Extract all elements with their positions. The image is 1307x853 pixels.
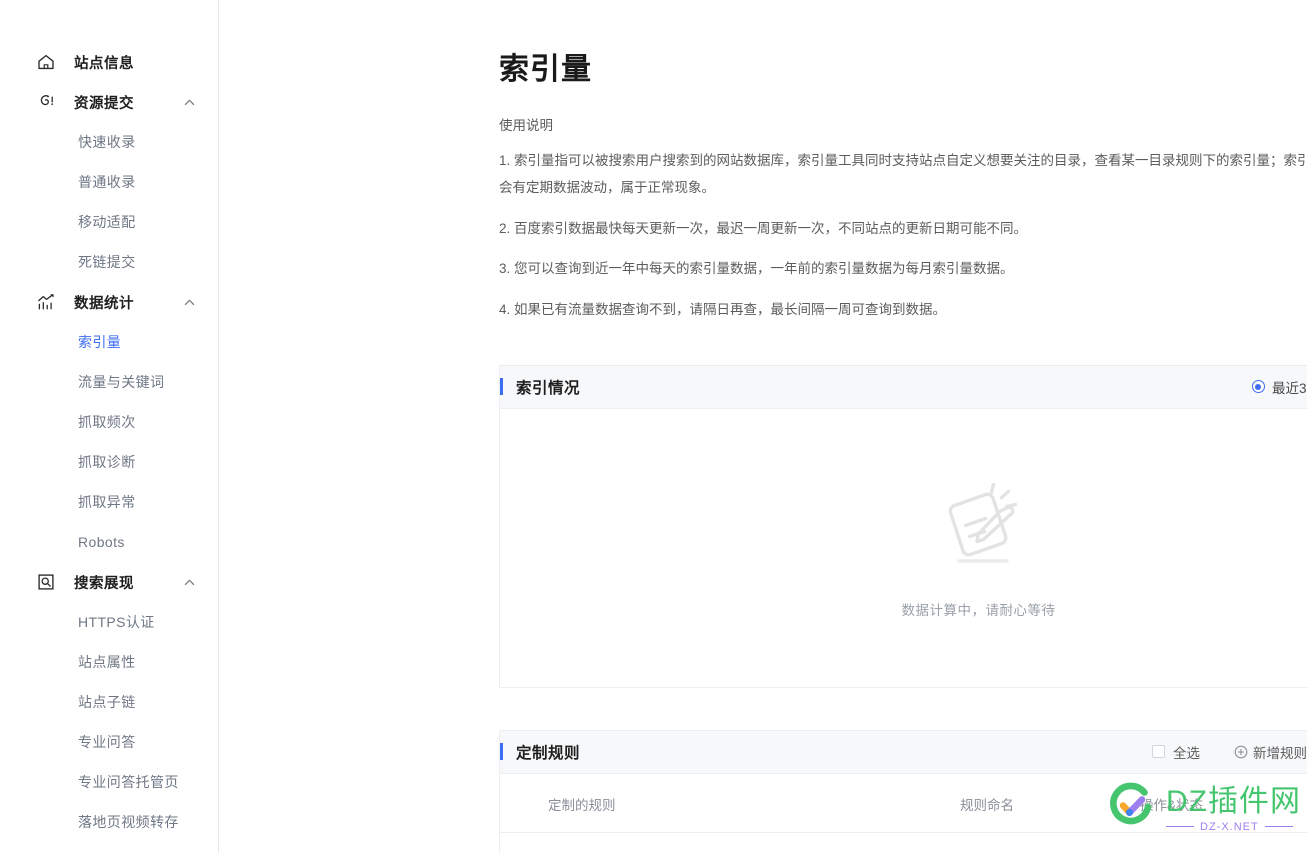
index-panel-title: 索引情况 (516, 379, 581, 397)
accent-bar (500, 378, 503, 395)
sidebar-item-putong-shoulu[interactable]: 普通收录 (0, 162, 218, 202)
sidebar-item-zhandian-shuxing[interactable]: 站点属性 (0, 642, 218, 682)
sidebar-item-label: 资源提交 (74, 95, 134, 112)
sidebar-item-label: 数据统计 (74, 295, 134, 312)
usage-item-3: 3. 您可以查询到近一年中每天的索引量数据，一年前的索引量数据为每月索引量数据。 (499, 261, 1014, 276)
custom-rules-panel: 定制规则 全选 新增规则 定制的规则 规则命名 操作&状态 (499, 729, 1307, 853)
rules-panel-title: 定制规则 (516, 744, 581, 762)
page-title: 索引量 (499, 53, 592, 86)
sidebar: 站点信息 资源提交 快速收录 普通收录 移动适配 死链提交 数据统计 索引量 流… (0, 0, 219, 853)
table-header-row: 定制的规则 规则命名 操作&状态 (500, 773, 1307, 833)
chart-icon (36, 292, 56, 312)
sidebar-item-zhuanye-wenda-tuoguanye[interactable]: 专业问答托管页 (0, 762, 218, 802)
sidebar-group-data-stats: 数据统计 索引量 流量与关键词 抓取频次 抓取诊断 抓取异常 Robots (0, 282, 218, 562)
accent-bar (500, 743, 503, 760)
rules-panel-header: 定制规则 全选 新增规则 (499, 729, 1307, 774)
sidebar-item-robots[interactable]: Robots (0, 522, 218, 562)
usage-item-1: 1. 索引量指可以被搜索用户搜索到的网站数据库，索引量工具同时支持站点自定义想要… (499, 153, 1307, 195)
chevron-up-icon[interactable] (182, 575, 196, 589)
sidebar-item-zhuaqu-pinci[interactable]: 抓取频次 (0, 402, 218, 442)
sidebar-item-yidong-shipei[interactable]: 移动适配 (0, 202, 218, 242)
chevron-up-icon[interactable] (182, 95, 196, 109)
index-panel-tools: 最近30天 自定义日期 (1226, 377, 1307, 397)
usage-item-2: 2. 百度索引数据最快每天更新一次，最迟一周更新一次，不同站点的更新日期可能不同… (499, 220, 1028, 236)
empty-state: 数据计算中，请耐心等待 (500, 409, 1307, 687)
sidebar-item-zhuaqu-yichang[interactable]: 抓取异常 (0, 482, 218, 522)
sidebar-group-resource-submit: 资源提交 快速收录 普通收录 移动适配 死链提交 (0, 82, 218, 282)
add-rule-button[interactable]: 新增规则 (1234, 742, 1307, 762)
index-status-panel: 索引情况 最近30天 自定义日期 (499, 364, 1307, 688)
sidebar-item-kuaisu-shoulu[interactable]: 快速收录 (0, 122, 218, 162)
rules-table-head: 定制的规则 规则命名 操作&状态 (500, 773, 1307, 833)
sidebar-item-label: 搜索展现 (74, 575, 134, 592)
sidebar-item-zhandian-zilian[interactable]: 站点子链 (0, 682, 218, 722)
add-rule-label: 新增规则 (1253, 745, 1307, 761)
radio-label: 最近30天 (1271, 380, 1307, 396)
rules-table-body: -- 数据计算中，请耐心等待 (500, 832, 1307, 853)
sidebar-item-https-renzheng[interactable]: HTTPS认证 (0, 602, 218, 642)
sidebar-item-resource-submit[interactable]: 资源提交 (0, 82, 218, 122)
index-panel-header: 索引情况 最近30天 自定义日期 (499, 364, 1307, 409)
cell-rule (500, 832, 960, 853)
sidebar-item-shipin-jisu-fuwu[interactable]: 视频极速服务 (0, 842, 218, 853)
usage-item-4: 4. 如果已有流量数据查询不到，请隔日再查，最长间隔一周可查询到数据。 (499, 301, 947, 317)
sidebar-item-suoyinliang[interactable]: 索引量 (0, 322, 218, 362)
sidebar-item-label: 站点信息 (74, 55, 134, 72)
app-root: 站点信息 资源提交 快速收录 普通收录 移动适配 死链提交 数据统计 索引量 流… (0, 0, 1307, 853)
chevron-up-icon[interactable] (182, 295, 196, 309)
rules-table: 定制的规则 规则命名 操作&状态 -- (500, 773, 1307, 853)
index-panel-body: 数据计算中，请耐心等待 (499, 408, 1307, 688)
column-header-rule: 定制的规则 (500, 773, 960, 833)
sidebar-item-data-stats[interactable]: 数据统计 (0, 282, 218, 322)
table-row[interactable]: -- 数据计算中，请耐心等待 (500, 832, 1307, 853)
sidebar-group-search-display: 搜索展现 HTTPS认证 站点属性 站点子链 专业问答 专业问答托管页 落地页视… (0, 562, 218, 853)
select-all-label: 全选 (1173, 745, 1200, 761)
sidebar-item-liuliang-guanjianci[interactable]: 流量与关键词 (0, 362, 218, 402)
cell-rule-name: -- (960, 832, 1140, 853)
sidebar-item-search-display[interactable]: 搜索展现 (0, 562, 218, 602)
radio-last-30-days[interactable]: 最近30天 (1251, 377, 1307, 397)
checkbox-box-icon (1152, 745, 1165, 758)
sidebar-item-zhuaqu-zhenduan[interactable]: 抓取诊断 (0, 442, 218, 482)
sidebar-group-site-info: 站点信息 (0, 42, 218, 82)
rules-panel-body: 定制的规则 规则命名 操作&状态 -- (499, 773, 1307, 853)
main-content: 索引量 使用说明 1. 索引量指可以被搜索用户搜索到的网站数据库，索引量工具同时… (219, 0, 1307, 853)
empty-state-message: 数据计算中，请耐心等待 (901, 603, 1056, 618)
home-icon (36, 52, 56, 72)
radio-dot-icon (1251, 380, 1265, 393)
cell-status: 数据计算中，请耐心等待 (1140, 832, 1307, 853)
column-header-name: 规则命名 (960, 773, 1140, 833)
column-header-status: 操作&状态 (1140, 773, 1307, 833)
sidebar-item-silian-tijiao[interactable]: 死链提交 (0, 242, 218, 282)
sidebar-item-luodiye-shipin-zhuancun[interactable]: 落地页视频转存 (0, 802, 218, 842)
sidebar-item-zhuanye-wenda[interactable]: 专业问答 (0, 722, 218, 762)
plus-circle-icon (1234, 745, 1248, 759)
document-pen-illustration (931, 476, 1027, 577)
search-box-icon (36, 572, 56, 592)
rules-panel-tools: 全选 新增规则 (1152, 742, 1307, 762)
upload-icon (36, 92, 56, 112)
select-all-checkbox[interactable]: 全选 (1152, 742, 1200, 762)
usage-title: 使用说明 (499, 118, 553, 133)
sidebar-item-site-info[interactable]: 站点信息 (0, 42, 218, 82)
